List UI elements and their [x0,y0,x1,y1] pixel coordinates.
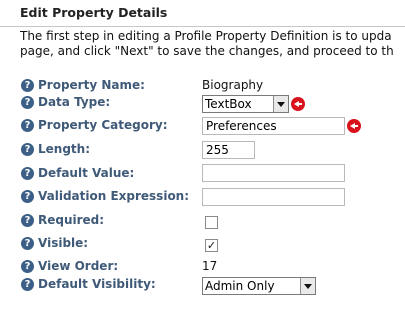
visible-label: Visible: [38,236,89,250]
length-input[interactable] [202,141,255,159]
help-icon[interactable]: ? [21,79,34,92]
required-arrow-icon [291,97,305,111]
required-label: Required: [38,213,105,227]
row-default-value: ? Default Value: [0,164,405,186]
validation-expression-input[interactable] [202,188,345,206]
row-property-category: ? Property Category: [0,117,405,139]
row-validation-expression: ? Validation Expression: [0,187,405,209]
default-value-input[interactable] [202,164,345,182]
validation-expression-label: Validation Expression: [38,189,190,203]
data-type-select[interactable]: TextBox [202,95,289,113]
view-order-value: 17 [202,259,218,273]
required-checkbox[interactable] [205,216,218,229]
property-name-value: Biography [202,78,264,92]
visible-checkbox[interactable]: ✓ [205,239,218,252]
row-data-type: ? Data Type: TextBox [0,93,405,115]
section-title: Edit Property Details [20,5,168,20]
length-label: Length: [38,142,90,156]
property-category-label: Property Category: [38,118,168,132]
property-name-label: Property Name: [38,78,145,92]
intro-line-1: The first step in editing a Profile Prop… [20,29,392,43]
view-order-label: View Order: [38,259,119,273]
default-visibility-selected-value: Admin Only [205,279,275,293]
default-visibility-label: Default Visibility: [38,277,156,291]
intro-text: The first step in editing a Profile Prop… [20,29,405,59]
chevron-down-icon[interactable] [300,278,315,294]
help-icon[interactable]: ? [21,143,34,156]
help-icon[interactable]: ? [21,119,34,132]
help-icon[interactable]: ? [21,167,34,180]
property-category-input[interactable] [202,117,345,135]
row-required: ? Required: [0,211,405,233]
help-icon[interactable]: ? [21,190,34,203]
row-length: ? Length: [0,141,405,163]
section-header: Edit Property Details [0,0,405,27]
row-default-visibility: ? Default Visibility: Admin Only [0,276,405,298]
help-icon[interactable]: ? [21,278,34,291]
help-icon[interactable]: ? [21,260,34,273]
row-visible: ? Visible: ✓ [0,234,405,256]
default-visibility-select[interactable]: Admin Only [202,277,316,295]
data-type-label: Data Type: [38,95,111,109]
required-arrow-icon [347,119,361,133]
default-value-label: Default Value: [38,166,135,180]
intro-line-2: page, and click "Next" to save the chang… [20,44,394,58]
help-icon[interactable]: ? [21,96,34,109]
help-icon[interactable]: ? [21,214,34,227]
data-type-selected-value: TextBox [205,97,252,111]
chevron-down-icon[interactable] [273,96,288,112]
help-icon[interactable]: ? [21,237,34,250]
